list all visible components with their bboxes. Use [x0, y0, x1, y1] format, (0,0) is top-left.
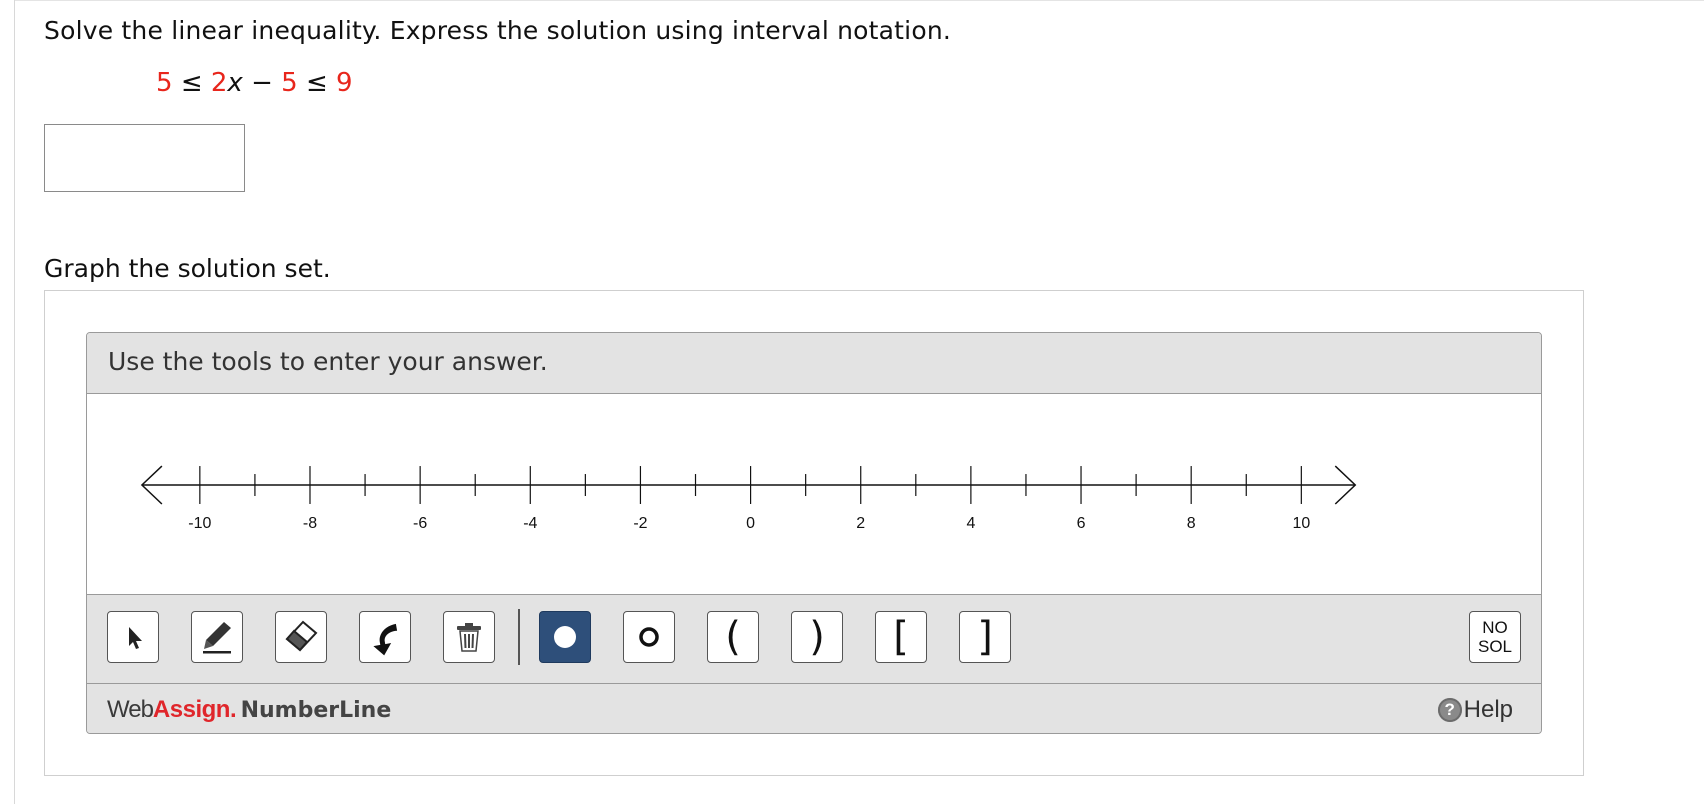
- open-circle-icon: [639, 627, 659, 647]
- right-paren-glyph: ): [809, 614, 825, 660]
- pencil-tool-button[interactable]: [191, 611, 243, 663]
- closed-point-tool-button[interactable]: [539, 611, 591, 663]
- ineq-lower: 5: [156, 68, 173, 98]
- toolbar-divider: [518, 609, 520, 665]
- cursor-arrow-icon: [129, 627, 142, 649]
- question-prompt: Solve the linear inequality. Express the…: [44, 16, 952, 45]
- inequality-expression: 5 ≤ 2x − 5 ≤ 9: [156, 68, 353, 98]
- ineq-constant: 5: [281, 68, 298, 98]
- right-bracket-glyph: ]: [977, 614, 993, 660]
- tick-label: 6: [1077, 515, 1086, 532]
- left-paren-glyph: (: [725, 614, 741, 660]
- ineq-le-1: ≤: [180, 68, 203, 98]
- top-border: [14, 0, 1704, 1]
- tick-label: 0: [746, 515, 755, 532]
- right-bracket-tool-button[interactable]: ]: [959, 611, 1011, 663]
- ineq-coef: 2: [210, 68, 228, 98]
- left-bracket-tool-button[interactable]: [: [875, 611, 927, 663]
- open-point-tool-button[interactable]: [623, 611, 675, 663]
- tick-label: -6: [413, 515, 427, 532]
- ineq-le-2: ≤: [305, 68, 328, 98]
- tick-label: -2: [633, 515, 647, 532]
- graph-prompt: Graph the solution set.: [44, 254, 331, 283]
- tick-label: -8: [303, 515, 317, 532]
- webassign-logo: WebAssign. NumberLine: [107, 696, 392, 723]
- help-label: Help: [1463, 696, 1513, 723]
- no-solution-line1: NO: [1482, 618, 1508, 637]
- help-button[interactable]: ? Help: [1437, 696, 1513, 724]
- number-line-canvas[interactable]: -10 -8 -6 -4 -2 0 2 4 6 8 10: [87, 394, 1541, 594]
- left-paren-tool-button[interactable]: (: [707, 611, 759, 663]
- number-line-widget: Use the tools to enter your answer. -10-…: [86, 332, 1542, 734]
- number-line-toolbar: ( ) [ ] NO SOL: [87, 594, 1541, 684]
- tick-label: -10: [188, 515, 211, 532]
- filled-circle-icon: [554, 626, 576, 648]
- number-line-header: Use the tools to enter your answer.: [87, 333, 1541, 394]
- pencil-icon: [203, 622, 231, 654]
- interval-answer-input[interactable]: [44, 124, 245, 192]
- left-bracket-glyph: [: [893, 614, 909, 660]
- tick-label: 4: [966, 515, 975, 532]
- ineq-minus: −: [251, 68, 273, 98]
- number-line-footer: WebAssign. NumberLine ? Help: [87, 684, 1541, 733]
- ineq-upper: 9: [336, 68, 353, 98]
- undo-arrow-icon: [373, 623, 398, 656]
- tick-label: 2: [856, 515, 865, 532]
- delete-tool-button[interactable]: [443, 611, 495, 663]
- eraser-icon: [285, 620, 318, 652]
- product-name: NumberLine: [240, 698, 392, 723]
- no-solution-line2: SOL: [1477, 637, 1513, 656]
- eraser-tool-button[interactable]: [275, 611, 327, 663]
- tick-label: 10: [1292, 515, 1310, 532]
- no-solution-button[interactable]: NO SOL: [1469, 611, 1521, 663]
- tick-label: 8: [1187, 515, 1196, 532]
- ineq-variable: x: [227, 68, 243, 98]
- left-border: [14, 0, 15, 804]
- pointer-tool-button[interactable]: [107, 611, 159, 663]
- undo-tool-button[interactable]: [359, 611, 411, 663]
- tick-label: -4: [523, 515, 537, 532]
- trash-icon: [457, 623, 481, 652]
- right-paren-tool-button[interactable]: ): [791, 611, 843, 663]
- help-icon: ?: [1437, 698, 1462, 722]
